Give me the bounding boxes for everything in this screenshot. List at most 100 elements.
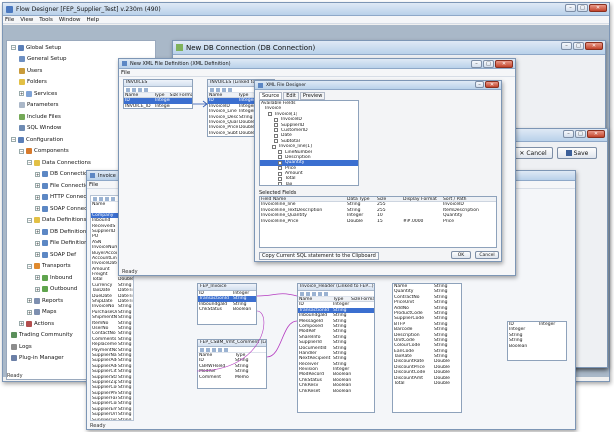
maximize-button[interactable]: □ <box>577 4 588 12</box>
cancel-button[interactable]: ✕ Cancel <box>513 147 553 159</box>
db-connection-title: New DB Connection (DB Connection) <box>186 43 316 52</box>
main-window-title: Flow Designer [FEP_Supplier_Test] v.230m… <box>16 5 161 13</box>
expand-toggle-icon[interactable]: − <box>27 217 32 223</box>
menu-view[interactable]: View <box>20 17 33 23</box>
tree-item[interactable]: + Reports <box>27 297 63 304</box>
tab-edit[interactable]: Edit <box>283 92 299 100</box>
expand-toggle-icon[interactable]: − <box>11 45 16 50</box>
tree-item[interactable]: Parameters <box>19 102 58 109</box>
def-max-button[interactable]: □ <box>575 130 586 138</box>
xml-min-button[interactable]: – <box>475 81 484 88</box>
tree-item[interactable]: + SOAP Def <box>35 251 76 258</box>
menu-help[interactable]: Help <box>87 17 100 23</box>
tree-item[interactable]: + Maps <box>27 309 56 316</box>
tree-item-label: Trading Community <box>19 332 73 338</box>
def-min-button[interactable]: – <box>563 130 574 138</box>
menu-window[interactable]: Window <box>59 17 81 23</box>
expand-toggle-icon[interactable]: + <box>19 321 24 326</box>
expand-toggle-icon[interactable]: + <box>27 298 32 303</box>
expand-toggle-icon[interactable]: − <box>11 137 16 142</box>
db-maximize-button[interactable]: □ <box>573 42 584 50</box>
tree-item[interactable]: − Data Connections <box>27 159 91 166</box>
checkbox-icon[interactable] <box>278 171 282 176</box>
app-icon <box>6 5 13 13</box>
tree-item[interactable]: − Transports <box>27 263 71 270</box>
checkbox-icon[interactable] <box>278 160 282 165</box>
fd-min-button[interactable]: – <box>471 60 482 68</box>
xml-ok-button[interactable]: OK <box>451 251 471 259</box>
expand-toggle-icon[interactable]: − <box>27 160 32 165</box>
table-row[interactable]: INVOICE_ID Integer <box>124 104 192 108</box>
folder-icon <box>42 240 48 246</box>
tree-item[interactable]: SQL Window <box>19 125 61 132</box>
save-icon <box>565 150 572 156</box>
xml-tree-item[interactable]: Tax <box>260 182 358 185</box>
tree-item[interactable]: − Components <box>19 148 69 155</box>
tree-item[interactable]: + DB Definitions <box>35 228 89 235</box>
xml-close-button[interactable]: ✕ <box>485 81 499 88</box>
copy-sql-button[interactable]: Copy Current SQL statement to the Clipbo… <box>259 252 379 260</box>
tree-item[interactable]: − Global Setup <box>11 44 61 51</box>
tree-item[interactable]: General Setup <box>19 56 66 63</box>
table-row[interactable]: Invoiceline_Price Double 15 ##.0000 Price <box>260 219 496 224</box>
tree-item-label: Services <box>34 90 58 97</box>
checkbox-icon[interactable] <box>274 117 278 122</box>
checkbox-icon[interactable] <box>274 139 278 144</box>
expand-toggle-icon[interactable]: + <box>27 309 32 315</box>
save-button[interactable]: Save <box>557 147 597 159</box>
tree-item[interactable]: Trading Community <box>11 332 73 339</box>
menu-tools[interactable]: Tools <box>39 17 53 23</box>
checkbox-icon[interactable] <box>274 133 278 138</box>
tree-item[interactable]: − Configuration <box>11 136 63 143</box>
tree-item[interactable]: + File Definitions <box>35 240 90 247</box>
menu-file[interactable]: File <box>5 17 14 23</box>
tree-item[interactable]: + Services <box>19 90 57 97</box>
expand-toggle-icon[interactable]: − <box>19 148 24 154</box>
tree-item[interactable]: + Actions <box>19 320 54 327</box>
tree-item-label: Users <box>27 67 43 74</box>
fd-close-button[interactable]: ✕ <box>495 60 513 68</box>
expand-toggle-icon[interactable]: + <box>35 183 40 188</box>
checkbox-icon[interactable] <box>278 155 282 160</box>
fd-max-button[interactable]: □ <box>483 60 494 68</box>
minimize-button[interactable]: – <box>565 4 576 12</box>
checkbox-icon[interactable] <box>274 128 278 133</box>
tree-item[interactable]: − Data Definitions <box>27 217 86 224</box>
checkbox-icon[interactable] <box>278 176 282 181</box>
checkbox-icon[interactable] <box>274 123 278 128</box>
expand-toggle-icon[interactable]: + <box>35 252 40 257</box>
expand-toggle-icon[interactable]: + <box>35 229 40 234</box>
checkbox-icon[interactable] <box>278 150 282 155</box>
expand-toggle-icon[interactable]: + <box>35 286 40 292</box>
checkbox-icon[interactable] <box>272 144 276 149</box>
def-close-button[interactable]: ✕ <box>587 130 605 138</box>
close-button[interactable]: ✕ <box>589 4 607 12</box>
expand-toggle-icon[interactable]: + <box>35 206 40 211</box>
db-minimize-button[interactable]: – <box>561 42 572 50</box>
tree-item[interactable]: Plug-in Manager <box>11 355 64 362</box>
checkbox-icon[interactable] <box>268 112 272 117</box>
file-def-menu-file[interactable]: File <box>121 70 130 76</box>
tree-item[interactable]: Users <box>19 67 42 74</box>
expand-toggle-icon[interactable]: + <box>35 171 40 177</box>
checkbox-icon[interactable] <box>278 182 282 185</box>
invoices-box: INVOICES NameTypeSizeFormat IDIntegerINV… <box>123 79 193 109</box>
xml-cancel-button[interactable]: Cancel <box>475 251 499 259</box>
expand-toggle-icon[interactable]: + <box>35 194 40 200</box>
tree-item[interactable]: Include Files <box>19 113 61 120</box>
tree-item[interactable]: Folders <box>19 79 47 86</box>
tree-item[interactable]: + DB Connections <box>35 171 94 178</box>
tree-item[interactable]: + Inbound <box>35 274 72 281</box>
expand-toggle-icon[interactable]: + <box>19 91 24 96</box>
db-close-button[interactable]: ✕ <box>585 42 603 50</box>
tree-item-label: Inbound <box>50 274 73 281</box>
tab-source[interactable]: Source <box>259 92 283 100</box>
tree-item[interactable]: Logs <box>11 343 32 350</box>
tab-preview[interactable]: Preview <box>299 92 326 100</box>
expand-toggle-icon[interactable]: + <box>35 240 40 246</box>
checkbox-icon[interactable] <box>278 166 282 171</box>
expand-toggle-icon[interactable]: − <box>27 263 32 269</box>
folder-icon <box>18 44 24 51</box>
tree-item[interactable]: + Outbound <box>35 286 77 293</box>
expand-toggle-icon[interactable]: + <box>35 275 40 280</box>
